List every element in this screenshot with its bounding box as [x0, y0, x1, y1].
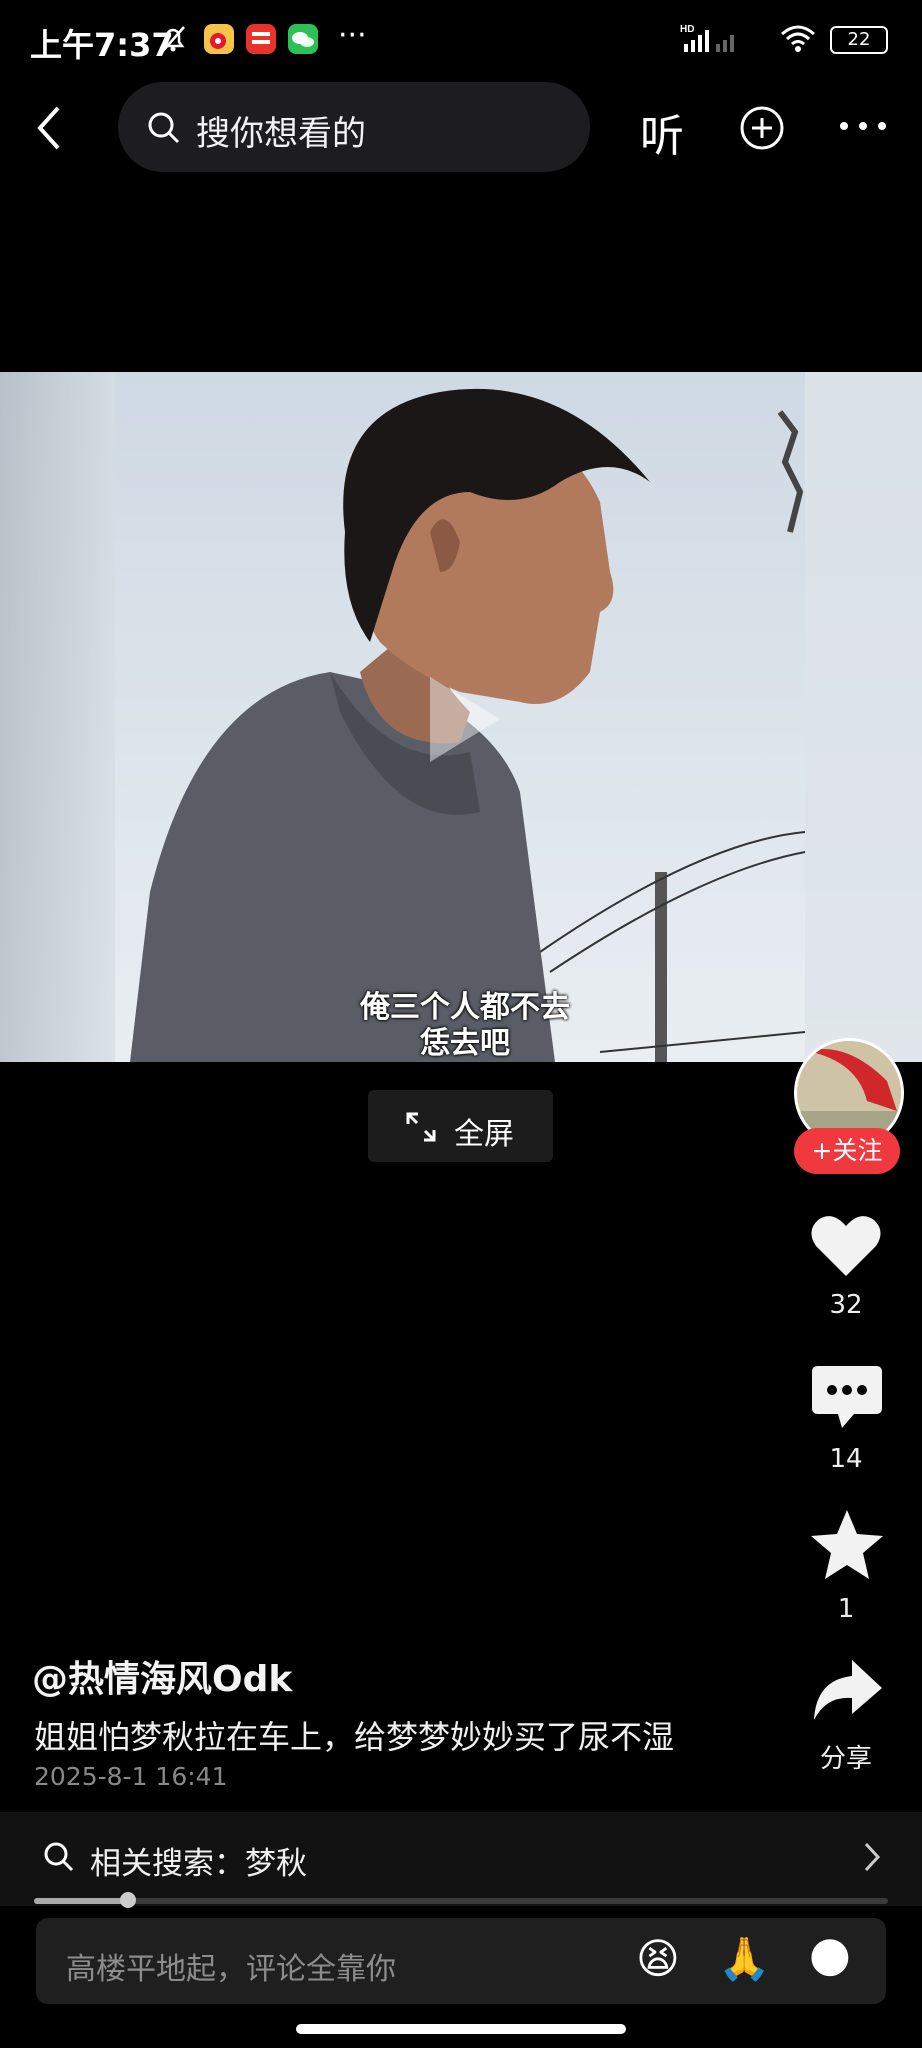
progress-fill	[34, 1898, 128, 1904]
like-count: 32	[829, 1290, 863, 1320]
subtitle-line-2: 恁去吧	[420, 1026, 510, 1061]
expand-icon	[404, 1110, 438, 1148]
status-time: 上午7:37	[30, 26, 174, 64]
add-button[interactable]	[738, 104, 786, 156]
battery-indicator: 22	[830, 26, 888, 54]
progress-knob[interactable]	[119, 1892, 136, 1908]
more-dots-icon	[840, 122, 886, 130]
plus-circle-icon	[740, 106, 784, 150]
author-name[interactable]: @热情海风Odk	[32, 1650, 292, 1702]
wifi-icon	[778, 22, 818, 58]
signal-icon: HD	[680, 22, 740, 58]
share-arrow-icon	[814, 1660, 882, 1720]
svg-text:HD: HD	[680, 24, 694, 35]
more-notifications-icon: ···	[338, 18, 367, 53]
post-description: 姐姐怕梦秋拉在车上，给梦梦妙妙买了尿不湿	[34, 1718, 675, 1756]
favorite-button[interactable]	[808, 1506, 886, 1584]
favorite-count: 1	[837, 1594, 855, 1624]
heart-icon	[811, 1216, 881, 1276]
back-button[interactable]	[30, 98, 70, 158]
moon-face-emoji-button[interactable]: 🌑	[808, 1934, 852, 1983]
search-placeholder: 搜你想看的	[196, 114, 366, 154]
comment-count: 14	[829, 1444, 863, 1474]
comment-button[interactable]	[808, 1360, 886, 1438]
subtitle-line-1: 俺三个人都不去	[360, 990, 570, 1025]
news-app-icon	[246, 24, 276, 54]
more-options-button[interactable]	[838, 116, 888, 140]
weibo-app-icon	[204, 24, 234, 54]
mute-bell-icon	[156, 22, 190, 60]
fullscreen-label: 全屏	[454, 1117, 514, 1152]
like-button[interactable]	[806, 1206, 886, 1286]
back-arrow-icon	[37, 106, 60, 150]
related-search-icon	[42, 1840, 76, 1878]
video-player[interactable]: 俺三个人都不去 恁去吧	[0, 372, 922, 1062]
comment-bubble-icon	[812, 1366, 882, 1428]
home-indicator[interactable]	[296, 2024, 626, 2034]
share-button[interactable]	[808, 1656, 886, 1726]
search-icon	[146, 110, 182, 150]
comment-placeholder: 高楼平地起，评论全靠你	[66, 1952, 396, 1987]
pray-hands-emoji-button[interactable]: 🙏	[718, 1934, 770, 1984]
video-subtitle: 俺三个人都不去 恁去吧	[320, 990, 610, 1062]
wechat-app-icon	[288, 24, 318, 54]
listen-button[interactable]: 听	[640, 100, 684, 164]
related-search-text: 相关搜索：梦秋	[90, 1846, 307, 1882]
post-timestamp: 2025-8-1 16:41	[34, 1762, 228, 1791]
tired-face-emoji-button[interactable]: 😫	[636, 1934, 680, 1983]
star-icon	[811, 1510, 883, 1579]
follow-button[interactable]: +关注	[794, 1128, 900, 1174]
video-frame	[0, 372, 922, 1062]
share-label: 分享	[819, 1744, 872, 1774]
progress-track[interactable]	[34, 1898, 888, 1904]
chevron-right-icon	[862, 1842, 882, 1876]
